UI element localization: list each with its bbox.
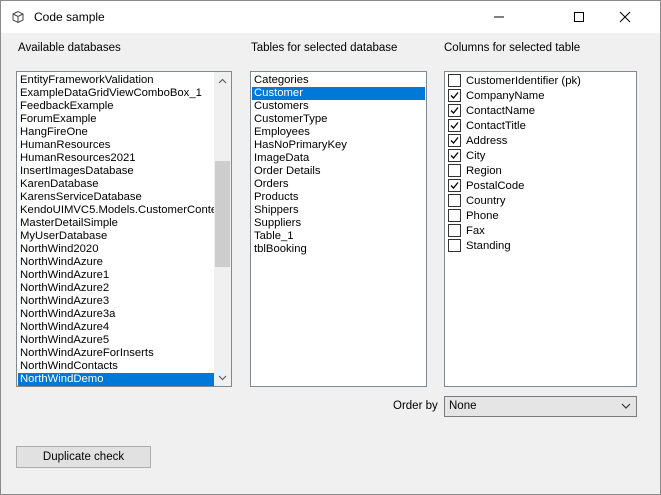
minimize-icon[interactable] bbox=[476, 1, 522, 33]
column-name: Address bbox=[466, 134, 508, 147]
duplicate-check-button[interactable]: Duplicate check bbox=[16, 446, 151, 468]
tables-listbox[interactable]: Categories Customer Customers CustomerType E… bbox=[250, 71, 427, 387]
column-name: Standing bbox=[466, 239, 511, 252]
table-list-item[interactable]: tblBooking bbox=[252, 243, 425, 256]
table-list-item[interactable]: Products bbox=[252, 191, 425, 204]
database-list-item[interactable]: NorthWindAzure bbox=[18, 256, 214, 269]
checkbox-unchecked-icon[interactable] bbox=[448, 74, 461, 87]
database-list-item[interactable]: NorthWindAzureForInserts bbox=[18, 347, 214, 360]
table-list-item[interactable]: Customer bbox=[252, 87, 425, 100]
column-checklist-item[interactable]: PostalCode bbox=[446, 178, 634, 193]
databases-label: Available databases bbox=[18, 42, 121, 54]
column-checklist-item[interactable]: Country bbox=[446, 193, 634, 208]
database-list-item[interactable]: NorthWindDemo bbox=[18, 373, 214, 386]
column-checklist-item[interactable]: CustomerIdentifier (pk) bbox=[446, 73, 634, 88]
table-list-item[interactable]: Order Details bbox=[252, 165, 425, 178]
table-list-item[interactable]: Categories bbox=[252, 74, 425, 87]
order-by-value: None bbox=[449, 400, 477, 412]
database-list-item[interactable]: NorthWindAzure3 bbox=[18, 295, 214, 308]
column-name: ContactName bbox=[466, 104, 536, 117]
database-list-item[interactable]: KarensServiceDatabase bbox=[18, 191, 214, 204]
maximize-icon[interactable] bbox=[556, 1, 602, 33]
table-list-item[interactable]: CustomerType bbox=[252, 113, 425, 126]
database-list-item[interactable]: EntityFrameworkValidation bbox=[18, 74, 214, 87]
table-list-item[interactable]: Employees bbox=[252, 126, 425, 139]
scroll-thumb[interactable] bbox=[215, 161, 230, 267]
order-by-select[interactable]: None bbox=[444, 396, 637, 417]
database-list-item[interactable]: NorthWindContacts bbox=[18, 360, 214, 373]
column-name: Phone bbox=[466, 209, 499, 222]
columns-checklist[interactable]: CustomerIdentifier (pk) CompanyName Contac… bbox=[444, 71, 637, 387]
databases-list: EntityFrameworkValidation ExampleDataGrid… bbox=[18, 74, 226, 386]
column-name: PostalCode bbox=[466, 179, 525, 192]
databases-listbox[interactable]: EntityFrameworkValidation ExampleDataGrid… bbox=[16, 71, 232, 387]
database-list-item[interactable]: NorthWindAzure1 bbox=[18, 269, 214, 282]
database-list-item[interactable]: MyUserDatabase bbox=[18, 230, 214, 243]
chevron-down-icon bbox=[620, 400, 632, 412]
table-list-item[interactable]: ImageData bbox=[252, 152, 425, 165]
scroll-up-icon[interactable] bbox=[214, 72, 231, 89]
tables-list: Categories Customer Customers CustomerType E… bbox=[252, 74, 425, 256]
column-name: ContactTitle bbox=[466, 119, 526, 132]
database-list-item[interactable]: NorthWindAzure5 bbox=[18, 334, 214, 347]
order-by-label: Order by bbox=[393, 400, 438, 412]
column-name: Fax bbox=[466, 224, 485, 237]
column-name: Country bbox=[466, 194, 506, 207]
table-list-item[interactable]: Table_1 bbox=[252, 230, 425, 243]
database-list-item[interactable]: HumanResources2021 bbox=[18, 152, 214, 165]
column-checklist-item[interactable]: ContactTitle bbox=[446, 118, 634, 133]
checkbox-unchecked-icon[interactable] bbox=[448, 224, 461, 237]
checkbox-unchecked-icon[interactable] bbox=[448, 164, 461, 177]
checkbox-checked-icon[interactable] bbox=[448, 149, 461, 162]
table-list-item[interactable]: HasNoPrimaryKey bbox=[252, 139, 425, 152]
column-name: CustomerIdentifier (pk) bbox=[466, 74, 581, 87]
column-name: CompanyName bbox=[466, 89, 545, 102]
database-list-item[interactable]: NorthWindAzure2 bbox=[18, 282, 214, 295]
column-checklist-item[interactable]: CompanyName bbox=[446, 88, 634, 103]
main-window: Code sample Available databases Tables f… bbox=[0, 0, 661, 495]
table-list-item[interactable]: Customers bbox=[252, 100, 425, 113]
column-name: Region bbox=[466, 164, 502, 177]
checkbox-checked-icon[interactable] bbox=[448, 89, 461, 102]
database-list-item[interactable]: ForumExample bbox=[18, 113, 214, 126]
window-title: Code sample bbox=[34, 10, 105, 24]
database-list-item[interactable]: NorthWindAzure4 bbox=[18, 321, 214, 334]
checkbox-unchecked-icon[interactable] bbox=[448, 209, 461, 222]
column-checklist-item[interactable]: Standing bbox=[446, 238, 634, 253]
column-name: City bbox=[466, 149, 486, 162]
database-list-item[interactable]: MasterDetailSimple bbox=[18, 217, 214, 230]
database-list-item[interactable]: ExampleDataGridViewComboBox_1 bbox=[18, 87, 214, 100]
checkbox-checked-icon[interactable] bbox=[448, 179, 461, 192]
close-icon[interactable] bbox=[602, 1, 648, 33]
table-list-item[interactable]: Shippers bbox=[252, 204, 425, 217]
column-checklist-item[interactable]: Address bbox=[446, 133, 634, 148]
database-list-item[interactable]: NorthWind2020 bbox=[18, 243, 214, 256]
database-list-item[interactable]: FeedbackExample bbox=[18, 100, 214, 113]
checkbox-unchecked-icon[interactable] bbox=[448, 194, 461, 207]
database-list-item[interactable]: KarenDatabase bbox=[18, 178, 214, 191]
column-checklist-item[interactable]: Fax bbox=[446, 223, 634, 238]
tables-label: Tables for selected database bbox=[251, 42, 398, 54]
database-list-item[interactable]: HumanResources bbox=[18, 139, 214, 152]
column-checklist-item[interactable]: ContactName bbox=[446, 103, 634, 118]
column-checklist-item[interactable]: City bbox=[446, 148, 634, 163]
title-bar[interactable]: Code sample bbox=[1, 1, 660, 33]
database-list-item[interactable]: KendoUIMVC5.Models.CustomerContext bbox=[18, 204, 226, 217]
columns-list: CustomerIdentifier (pk) CompanyName Contac… bbox=[446, 73, 634, 253]
database-list-item[interactable]: InsertImagesDatabase bbox=[18, 165, 214, 178]
checkbox-checked-icon[interactable] bbox=[448, 134, 461, 147]
column-checklist-item[interactable]: Phone bbox=[446, 208, 634, 223]
table-list-item[interactable]: Orders bbox=[252, 178, 425, 191]
checkbox-checked-icon[interactable] bbox=[448, 119, 461, 132]
databases-scrollbar[interactable] bbox=[214, 72, 231, 386]
columns-label: Columns for selected table bbox=[444, 42, 581, 54]
app-window-icon bbox=[11, 10, 25, 24]
checkbox-unchecked-icon[interactable] bbox=[448, 239, 461, 252]
column-checklist-item[interactable]: Region bbox=[446, 163, 634, 178]
database-list-item[interactable]: HangFireOne bbox=[18, 126, 214, 139]
database-list-item[interactable]: NorthWindAzure3a bbox=[18, 308, 214, 321]
scroll-down-icon[interactable] bbox=[214, 369, 231, 386]
table-list-item[interactable]: Suppliers bbox=[252, 217, 425, 230]
checkbox-checked-icon[interactable] bbox=[448, 104, 461, 117]
